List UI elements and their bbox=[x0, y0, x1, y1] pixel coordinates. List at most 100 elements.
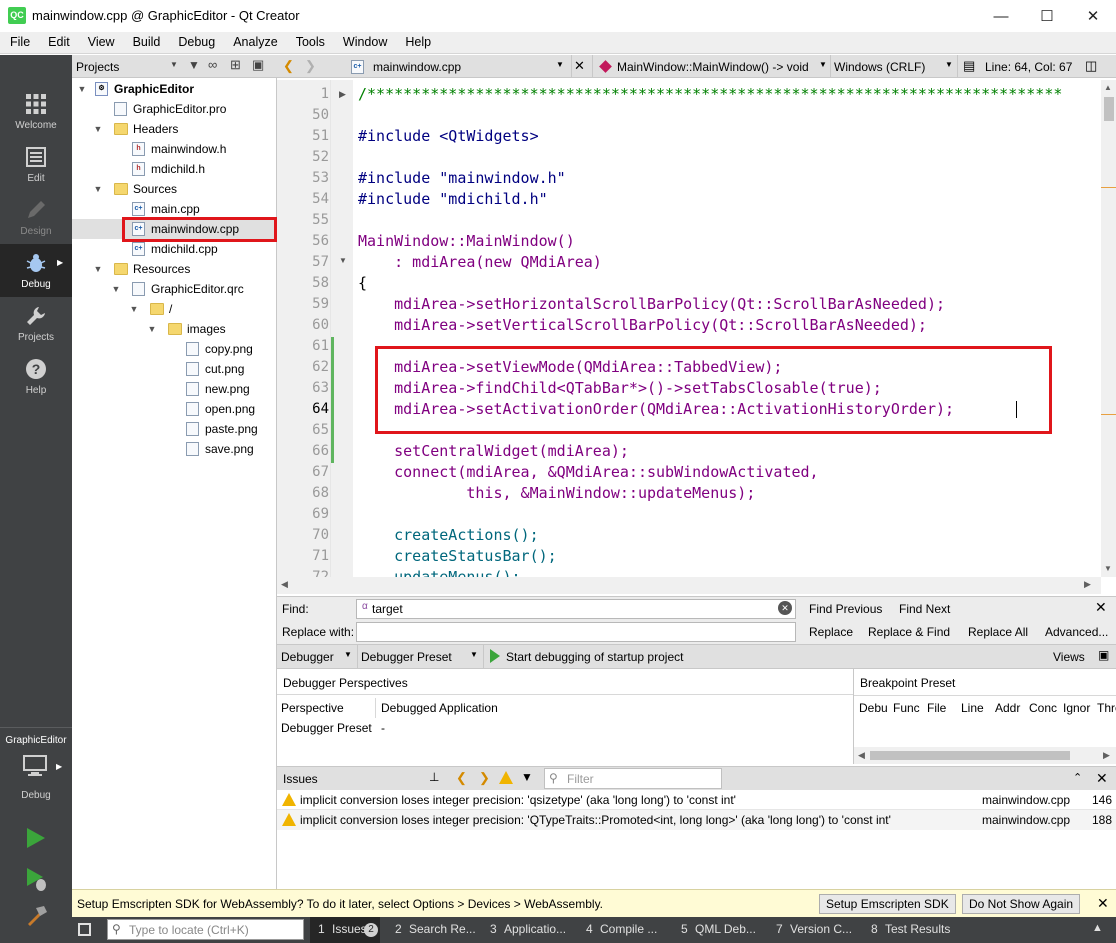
chevron-down-icon[interactable]: ▼ bbox=[128, 299, 140, 319]
menu-edit[interactable]: Edit bbox=[38, 32, 78, 53]
preset-combo-arrow-icon[interactable]: ▼ bbox=[470, 650, 478, 659]
clear-search-icon[interactable]: ✕ bbox=[778, 601, 792, 615]
warning-filter-icon[interactable] bbox=[499, 771, 513, 784]
split-view-icon[interactable]: ◫ bbox=[1085, 58, 1097, 74]
mode-welcome[interactable]: Welcome bbox=[0, 85, 72, 138]
kit-selector[interactable]: ▶ Debug bbox=[0, 752, 72, 802]
setup-emscripten-button[interactable]: Setup Emscripten SDK bbox=[819, 894, 956, 914]
debugger-combo[interactable]: Debugger bbox=[281, 650, 334, 664]
clean-icon[interactable]: ⊥ bbox=[429, 770, 439, 784]
scroll-thumb[interactable] bbox=[870, 751, 1070, 760]
tab-search-results[interactable]: 2 Search Re... bbox=[388, 917, 478, 943]
build-hammer-button[interactable] bbox=[25, 904, 49, 928]
line-ending-combo[interactable]: Windows (CRLF) bbox=[834, 60, 925, 74]
menu-debug[interactable]: Debug bbox=[168, 32, 223, 53]
line-ending-arrow-icon[interactable]: ▼ bbox=[945, 60, 953, 69]
toggle-sidebar-icon[interactable] bbox=[78, 923, 91, 936]
menu-build[interactable]: Build bbox=[123, 32, 169, 53]
close-views-icon[interactable]: ▣ bbox=[1098, 648, 1109, 662]
menu-help[interactable]: Help bbox=[395, 32, 439, 53]
replace-button[interactable]: Replace bbox=[809, 625, 853, 639]
issues-filter-input[interactable]: ⚲ Filter bbox=[544, 768, 722, 789]
projects-dropdown-icon[interactable]: ▼ bbox=[170, 60, 178, 69]
tab-application-output[interactable]: 3 Applicatio... bbox=[483, 917, 573, 943]
chevron-down-icon[interactable]: ▼ bbox=[92, 259, 104, 279]
chevron-down-icon[interactable]: ▼ bbox=[76, 79, 88, 99]
bp-horizontal-scrollbar[interactable]: ◀ ▶ bbox=[854, 747, 1116, 764]
tree-item-sources[interactable]: ▼ Sources bbox=[72, 179, 277, 199]
filter-icon[interactable]: ▼ bbox=[188, 58, 200, 72]
previous-issue-button[interactable]: ❮ bbox=[456, 770, 467, 786]
menu-view[interactable]: View bbox=[78, 32, 123, 53]
cursor-position[interactable]: Line: 64, Col: 67 bbox=[985, 60, 1072, 74]
tree-item-paste-png[interactable]: paste.png bbox=[72, 419, 277, 439]
tree-item-open-png[interactable]: open.png bbox=[72, 399, 277, 419]
scroll-right-arrow-icon[interactable]: ▶ bbox=[1084, 579, 1091, 590]
locator-input[interactable]: ⚲ Type to locate (Ctrl+K) bbox=[107, 919, 304, 940]
mode-edit[interactable]: Edit bbox=[0, 138, 72, 191]
tree-item-mdichild-cpp[interactable]: c+ mdichild.cpp bbox=[72, 239, 277, 259]
perspective-row-app[interactable]: - bbox=[381, 721, 385, 735]
close-document-button[interactable]: ✕ bbox=[574, 58, 585, 74]
mode-projects[interactable]: Projects bbox=[0, 297, 72, 350]
maximize-panel-icon[interactable]: ⌃ bbox=[1073, 771, 1082, 784]
tree-item-copy-png[interactable]: copy.png bbox=[72, 339, 277, 359]
back-button[interactable]: ❮ bbox=[283, 58, 294, 74]
tree-item-mainwindow-h[interactable]: h mainwindow.h bbox=[72, 139, 277, 159]
file-combo-arrow-icon[interactable]: ▼ bbox=[556, 60, 564, 69]
mode-help[interactable]: ? Help bbox=[0, 350, 72, 403]
editor-horizontal-scrollbar[interactable]: ◀ ▶ bbox=[277, 577, 1101, 594]
chevron-down-icon[interactable]: ▼ bbox=[92, 119, 104, 139]
fold-arrow-icon[interactable]: ▶ bbox=[339, 89, 346, 100]
tree-item-main-cpp[interactable]: c+ main.cpp bbox=[72, 199, 277, 219]
next-issue-button[interactable]: ❯ bbox=[479, 770, 490, 786]
close-panel-icon[interactable]: ▣ bbox=[252, 57, 264, 73]
tree-item-qrc[interactable]: ▼ GraphicEditor.qrc bbox=[72, 279, 277, 299]
scroll-thumb[interactable] bbox=[1104, 97, 1114, 121]
menu-analyze[interactable]: Analyze bbox=[223, 32, 285, 53]
forward-button[interactable]: ❯ bbox=[305, 58, 316, 74]
menu-tools[interactable]: Tools bbox=[286, 32, 333, 53]
replace-all-button[interactable]: Replace All bbox=[968, 625, 1028, 639]
find-previous-button[interactable]: Find Previous bbox=[809, 602, 882, 616]
close-issues-icon[interactable]: ✕ bbox=[1096, 770, 1108, 787]
scroll-up-arrow-icon[interactable]: ▲ bbox=[1104, 83, 1112, 92]
do-not-show-again-button[interactable]: Do Not Show Again bbox=[962, 894, 1081, 914]
tab-version-control[interactable]: 7 Version C... bbox=[769, 917, 859, 943]
tab-qml-debugger-console[interactable]: 5 QML Deb... bbox=[674, 917, 764, 943]
tree-item-pro[interactable]: GraphicEditor.pro bbox=[72, 99, 277, 119]
tab-compile-output[interactable]: 4 Compile ... bbox=[579, 917, 669, 943]
replace-find-button[interactable]: Replace & Find bbox=[868, 625, 950, 639]
scroll-left-arrow-icon[interactable]: ◀ bbox=[281, 579, 288, 590]
fold-arrow-icon[interactable]: ▼ bbox=[339, 256, 347, 265]
minimize-button[interactable]: — bbox=[978, 0, 1024, 32]
scroll-left-arrow-icon[interactable]: ◀ bbox=[858, 750, 865, 761]
perspective-row-name[interactable]: Debugger Preset bbox=[281, 721, 372, 735]
editor-vertical-scrollbar[interactable]: ▲ ▼ bbox=[1101, 80, 1116, 577]
find-input[interactable]: α target ✕ bbox=[356, 599, 796, 619]
find-next-button[interactable]: Find Next bbox=[899, 602, 950, 616]
symbol-combo-arrow-icon[interactable]: ▼ bbox=[819, 60, 827, 69]
tree-item-root-folder[interactable]: ▼ / bbox=[72, 299, 277, 319]
tree-item-resources[interactable]: ▼ Resources bbox=[72, 259, 277, 279]
chevron-down-icon[interactable]: ▼ bbox=[146, 319, 158, 339]
close-find-icon[interactable]: ✕ bbox=[1095, 599, 1107, 616]
replace-input[interactable] bbox=[356, 622, 796, 642]
issue-row[interactable]: implicit conversion loses integer precis… bbox=[277, 810, 1116, 830]
tree-item-images[interactable]: ▼ images bbox=[72, 319, 277, 339]
tree-item-save-png[interactable]: save.png bbox=[72, 439, 277, 459]
symbol-combo[interactable]: MainWindow::MainWindow() -> void bbox=[617, 60, 822, 74]
issue-row[interactable]: implicit conversion loses integer precis… bbox=[277, 790, 1116, 810]
open-file-combo[interactable]: mainwindow.cpp bbox=[373, 60, 461, 74]
views-button[interactable]: Views bbox=[1053, 650, 1085, 664]
link-icon[interactable]: ∞ bbox=[208, 57, 217, 72]
split-editor-icon[interactable]: ▤ bbox=[963, 58, 975, 74]
advanced-button[interactable]: Advanced... bbox=[1045, 625, 1113, 639]
split-icon[interactable]: ⊞ bbox=[230, 57, 241, 73]
close-window-button[interactable]: ✕ bbox=[1070, 0, 1116, 32]
debugger-preset-combo[interactable]: Debugger Preset bbox=[361, 650, 452, 664]
maximize-button[interactable]: ☐ bbox=[1024, 0, 1070, 32]
tab-issues[interactable]: 1 Issues 2 bbox=[310, 917, 380, 943]
tree-item-cut-png[interactable]: cut.png bbox=[72, 359, 277, 379]
menu-window[interactable]: Window bbox=[333, 32, 395, 53]
